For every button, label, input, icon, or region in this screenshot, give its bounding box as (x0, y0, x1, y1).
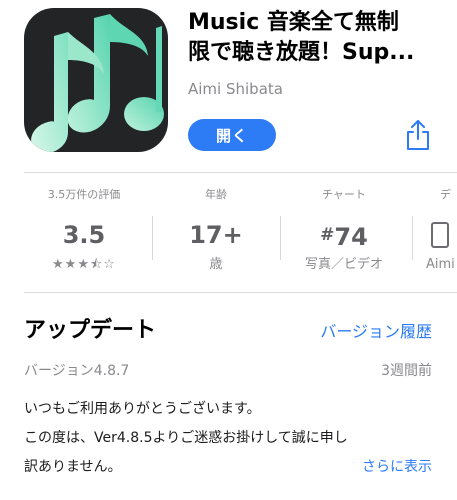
header-divider (24, 172, 457, 173)
app-title: Music 音楽全て無制 限で聴き放題！Sup... (188, 8, 450, 68)
app-title-line-2: 限で聴き放題！Sup... (188, 40, 415, 65)
show-more-link[interactable]: さらに表示 (362, 453, 432, 482)
rating-stars: ★★★⯪☆ (52, 257, 116, 272)
ratings-count-label: 3.5万件の評価 (47, 188, 121, 201)
age-label: 年齢 (205, 188, 227, 201)
stat-age[interactable]: 年齢 17+ 歳 (152, 186, 280, 274)
developer-stat-label: デ (440, 188, 451, 201)
chart-category: 写真／ビデオ (304, 257, 383, 272)
developer-stat-icon (412, 220, 457, 250)
version-date: 3週間前 (381, 363, 432, 379)
release-notes-line: この度は、Ver4.8.5よりご迷惑お掛けして誠に申し (24, 430, 348, 446)
stat-developer[interactable]: デ Aimi (412, 186, 457, 274)
share-icon[interactable] (404, 118, 432, 152)
age-sub: 歳 (209, 257, 223, 272)
stats-strip: 3.5万件の評価 3.5 ★★★⯪☆ 年齢 17+ 歳 チャート #74 写真／… (0, 186, 457, 280)
chart-label: チャート (322, 188, 366, 201)
version-label: バージョン4.8.7 (24, 363, 130, 379)
chart-rank-hash: # (320, 225, 335, 245)
open-button[interactable]: 開く (188, 119, 276, 151)
stat-ratings[interactable]: 3.5万件の評価 3.5 ★★★⯪☆ (20, 186, 148, 274)
developer-name[interactable]: Aimi Shibata (188, 80, 283, 98)
developer-stat-sub: Aimi (426, 257, 455, 272)
app-icon (24, 8, 168, 152)
app-title-line-1: Music 音楽全て無制 (188, 10, 399, 35)
chart-rank: #74 (280, 220, 408, 251)
music-notes-icon (31, 14, 164, 152)
release-notes-line: いつもご利用ありがとうございます。 (24, 401, 261, 417)
age-value: 17+ (189, 221, 243, 249)
updates-title: アップデート (24, 318, 157, 343)
rating-value: 3.5 (62, 221, 106, 249)
version-history-link[interactable]: バージョン履歴 (320, 318, 432, 342)
stats-divider (24, 292, 457, 293)
chart-rank-value: 74 (334, 223, 368, 251)
stat-chart[interactable]: チャート #74 写真／ビデオ (280, 186, 408, 274)
